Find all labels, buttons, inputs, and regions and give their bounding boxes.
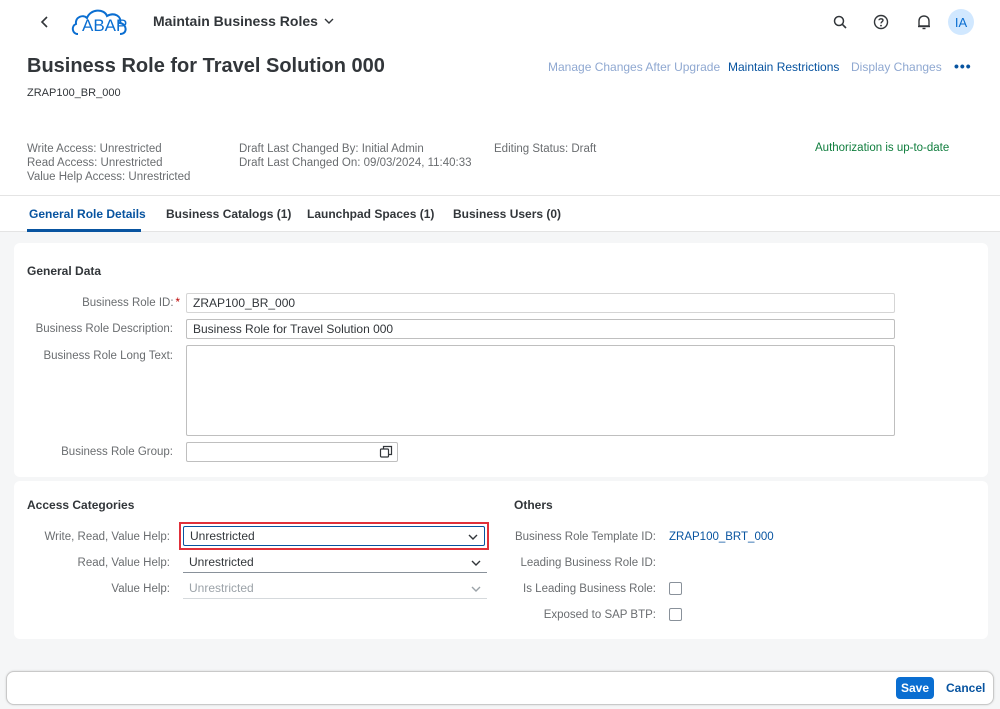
header-access-attributes: Write Access: Unrestricted Read Access: … [27,142,190,184]
tab-launchpad-spaces[interactable]: Launchpad Spaces (1) [307,207,434,221]
help-button[interactable] [871,12,891,32]
is-leading-label: Is Leading Business Role: [523,583,656,595]
vh-label: Value Help: [111,583,170,595]
draft-changed-by-attr: Draft Last Changed By: Initial Admin [239,143,424,155]
back-button[interactable] [36,12,54,32]
write-access-attr: Write Access: Unrestricted [27,143,162,155]
tab-business-users[interactable]: Business Users (0) [453,207,561,221]
write-read-vh-label: Write, Read, Value Help: [44,531,171,543]
notifications-button[interactable] [914,12,934,32]
read-vh-value: Unrestricted [189,555,254,569]
group-label: Business Role Group: [61,446,173,458]
chevron-down-icon [471,560,481,566]
is-leading-checkbox[interactable] [669,582,682,595]
logo-text: ABAP [82,16,128,35]
template-id-link[interactable]: ZRAP100_BRT_000 [669,531,774,543]
exposed-btp-label: Exposed to SAP BTP: [543,609,656,621]
tab-general-role-details[interactable]: General Role Details [29,207,146,221]
required-indicator: * [175,297,180,309]
chevron-down-icon [468,534,478,540]
role-id-field[interactable]: ZRAP100_BR_000 [186,293,895,313]
header-draft-attributes: Draft Last Changed By: Initial Admin Dra… [239,142,472,170]
vh-select: Unrestricted [183,579,487,599]
active-tab-indicator [27,229,141,232]
display-changes-button[interactable]: Display Changes [851,60,942,74]
access-categories-title: Access Categories [27,498,135,512]
exposed-btp-checkbox[interactable] [669,608,682,621]
long-text-label: Business Role Long Text: [43,350,173,362]
others-title: Others [514,498,553,512]
app-title: Maintain Business Roles [153,13,318,29]
editing-status-attr: Editing Status: Draft [494,143,597,155]
help-icon [873,14,889,30]
role-id-label: Business Role ID: * [82,297,180,309]
object-header: Business Role for Travel Solution 000 ZR… [0,44,1000,196]
page-subtitle: ZRAP100_BR_000 [27,87,121,99]
footer-toolbar [6,671,994,705]
tab-business-catalogs[interactable]: Business Catalogs (1) [166,207,291,221]
maintain-restrictions-button[interactable]: Maintain Restrictions [728,60,839,74]
general-data-title: General Data [27,264,102,278]
authorization-status: Authorization is up-to-date [815,142,950,154]
chevron-down-icon [471,586,481,592]
value-help-icon[interactable] [379,445,393,459]
write-read-vh-select[interactable]: Unrestricted [183,526,485,546]
abap-logo: ABAP [70,6,132,38]
read-vh-label: Read, Value Help: [77,557,170,569]
long-text-field[interactable] [186,345,895,436]
user-avatar[interactable]: IA [948,9,974,35]
draft-changed-on-attr: Draft Last Changed On: 09/03/2024, 11:40… [239,157,472,169]
app-title-menu[interactable]: Maintain Business Roles [153,13,334,29]
leading-role-id-label: Leading Business Role ID: [520,557,656,569]
vh-value: Unrestricted [189,581,254,595]
read-vh-select[interactable]: Unrestricted [183,553,487,573]
manage-changes-button[interactable]: Manage Changes After Upgrade [548,60,720,74]
group-field[interactable] [186,442,398,462]
save-button[interactable]: Save [896,677,934,699]
search-button[interactable] [830,12,850,32]
back-icon [40,16,48,28]
chevron-down-icon [324,18,334,24]
write-read-vh-value: Unrestricted [190,529,255,543]
description-field[interactable]: Business Role for Travel Solution 000 [186,319,895,339]
shell-bar: ABAP Maintain Business Roles IA [0,0,1000,44]
description-label: Business Role Description: [35,323,173,335]
tab-bar: General Role Details Business Catalogs (… [0,196,1000,232]
search-icon [833,15,847,29]
bell-icon [918,15,930,30]
template-id-label: Business Role Template ID: [514,531,656,543]
read-access-attr: Read Access: Unrestricted [27,157,163,169]
cancel-button[interactable]: Cancel [946,681,985,695]
more-actions-button[interactable]: ••• [954,58,972,74]
page-title: Business Role for Travel Solution 000 [27,55,385,77]
value-help-access-attr: Value Help Access: Unrestricted [27,171,191,183]
